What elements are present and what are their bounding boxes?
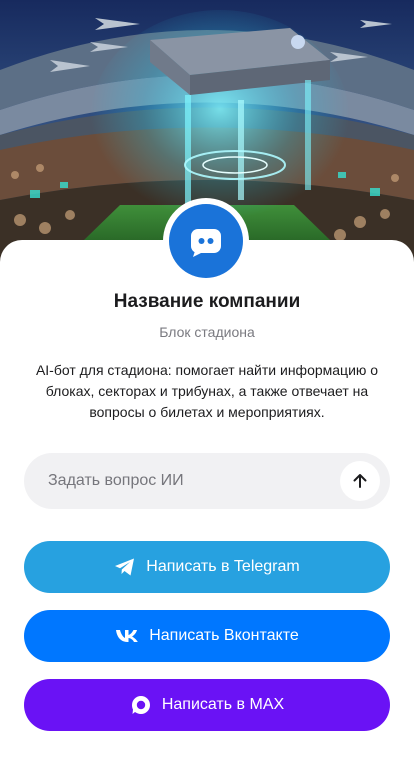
- max-button-label: Написать в MAX: [161, 696, 285, 713]
- vk-button[interactable]: Написать Вконтакте: [24, 610, 390, 662]
- ask-ai-box: [24, 453, 390, 509]
- vk-icon: [116, 630, 139, 642]
- company-name: Название компании: [113, 291, 301, 312]
- max-icon: [131, 696, 150, 714]
- ask-ai-input[interactable]: [48, 472, 340, 490]
- telegram-button[interactable]: Написать в Telegram: [24, 541, 390, 593]
- max-button[interactable]: Написать в MAX: [24, 679, 390, 731]
- telegram-icon: [115, 558, 135, 576]
- chat-bot-icon: [191, 229, 221, 257]
- vk-button-label: Написать Вконтакте: [149, 627, 299, 644]
- arrow-up-icon: [353, 474, 367, 488]
- company-subtitle: Блок стадиона: [159, 324, 255, 340]
- avatar: [163, 198, 249, 284]
- avatar-circle: [169, 204, 243, 278]
- telegram-button-label: Написать в Telegram: [146, 558, 300, 575]
- company-description: AI-бот для стадиона: помогает найти инфо…: [35, 362, 379, 420]
- send-button[interactable]: [340, 461, 380, 501]
